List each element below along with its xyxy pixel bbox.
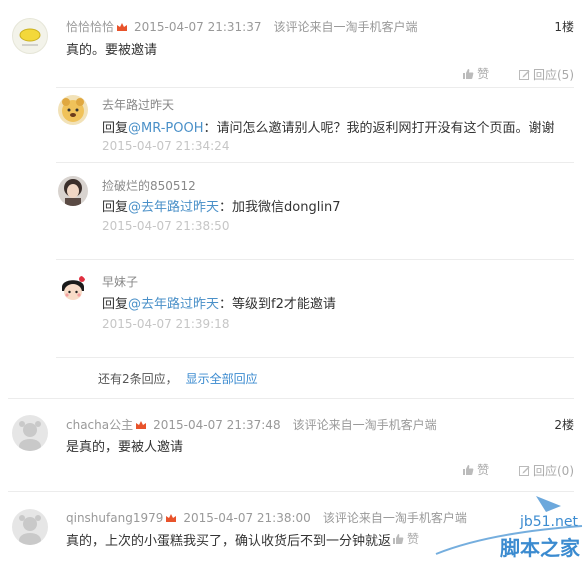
lemon-avatar-icon <box>19 28 41 46</box>
reply-text: ：等级到f2才能邀请 <box>219 297 336 312</box>
avatar[interactable] <box>58 273 88 303</box>
reply-button[interactable]: 回应(0) <box>519 462 574 479</box>
divider <box>8 398 574 399</box>
reply-prefix: 回复 <box>102 200 129 215</box>
reply-time: 2015-04-07 21:38:50 <box>102 219 230 233</box>
reply-prefix: 回复 <box>102 121 129 136</box>
comment-content: 是真的，要被人邀请 <box>66 440 184 455</box>
divider <box>56 162 574 163</box>
avatar[interactable] <box>58 95 88 125</box>
username[interactable]: qinshufang1979 <box>66 511 163 525</box>
maruko-avatar-icon <box>62 276 85 300</box>
comment-content: 真的。要被邀请 <box>66 43 158 58</box>
reply-content: 回复@去年路过昨天：加我微信donglin7 <box>102 196 340 215</box>
comment-time: 2015-04-07 21:38:00 <box>183 511 311 525</box>
more-replies: 还有2条回应， 显示全部回应 <box>98 370 258 387</box>
avatar[interactable] <box>12 509 48 545</box>
reply-content: 回复@去年路过昨天：等级到f2才能邀请 <box>102 293 336 312</box>
like-label: 赞 <box>477 463 490 477</box>
comment-meta: chacha公主 2015-04-07 21:37:48 该评论来自一淘手机客户端 <box>66 416 437 433</box>
divider <box>56 87 574 88</box>
comment-content: 真的，上次的小蛋糕我买了，确认收货后不到一分钟就返 <box>66 534 392 549</box>
crown-icon <box>117 23 128 31</box>
default-avatar-icon <box>19 515 41 545</box>
watermark-text: 脚本之家 <box>500 536 580 560</box>
reply-time: 2015-04-07 21:39:18 <box>102 317 230 331</box>
reply-prefix: 回复 <box>102 297 129 312</box>
mention-link[interactable]: @去年路过昨天 <box>128 200 219 215</box>
show-all-replies-link[interactable]: 显示全部回应 <box>186 372 258 386</box>
reply-content: 回复@MR-POOH：请问怎么邀请别人呢？我的返利网打开没有这个页面。谢谢 <box>102 117 555 136</box>
floor-number: 2楼 <box>554 418 574 432</box>
like-button[interactable]: 赞 <box>462 65 489 82</box>
divider <box>56 259 574 260</box>
reply-button[interactable]: 回应(5) <box>519 66 574 83</box>
crown-icon <box>136 421 147 429</box>
watermark: jb51.net 脚本之家 <box>386 488 586 566</box>
reply-text: ：请问怎么邀请别人呢？我的返利网打开没有这个页面。谢谢 <box>203 121 555 136</box>
username[interactable]: 恰恰恰恰 <box>66 20 114 34</box>
mention-link[interactable]: @去年路过昨天 <box>128 297 219 312</box>
pooh-avatar-icon <box>62 98 84 122</box>
reply-username[interactable]: 早妹子 <box>102 273 138 290</box>
comment-actions: 赞 回应(5) <box>462 65 574 83</box>
reply-time: 2015-04-07 21:34:24 <box>102 139 230 153</box>
comment-time: 2015-04-07 21:37:48 <box>153 418 281 432</box>
like-label: 赞 <box>477 67 490 81</box>
reply-count-label: 回应(0) <box>533 463 574 478</box>
thumbs-up-icon <box>463 68 474 79</box>
edit-icon <box>519 465 530 476</box>
girl-avatar-icon <box>64 179 82 206</box>
avatar[interactable] <box>58 176 88 206</box>
comment-source: 该评论来自一淘手机客户端 <box>273 20 418 34</box>
comment-time: 2015-04-07 21:31:37 <box>134 20 262 34</box>
avatar[interactable] <box>12 415 48 451</box>
edit-icon <box>519 69 530 80</box>
like-button[interactable]: 赞 <box>462 461 489 478</box>
crown-icon <box>166 514 177 522</box>
watermark-url: jb51.net <box>519 514 578 530</box>
default-avatar-icon <box>19 421 41 451</box>
reply-username[interactable]: 去年路过昨天 <box>102 96 174 113</box>
reply-text: ：加我微信donglin7 <box>219 200 341 215</box>
reply-count-label: 回应(5) <box>533 67 574 82</box>
avatar[interactable] <box>12 18 48 54</box>
more-replies-text: 还有2条回应， <box>98 372 178 386</box>
reply-username[interactable]: 捡破烂的850512 <box>102 177 196 194</box>
username[interactable]: chacha公主 <box>66 418 133 432</box>
comment-meta: 恰恰恰恰 2015-04-07 21:31:37 该评论来自一淘手机客户端 <box>66 18 417 35</box>
thumbs-up-icon <box>463 464 474 475</box>
mention-link[interactable]: @MR-POOH <box>128 121 204 136</box>
comment-source: 该评论来自一淘手机客户端 <box>292 418 437 432</box>
comment-actions: 赞 回应(0) <box>462 461 574 479</box>
divider <box>56 357 574 358</box>
floor-number: 1楼 <box>554 20 574 34</box>
